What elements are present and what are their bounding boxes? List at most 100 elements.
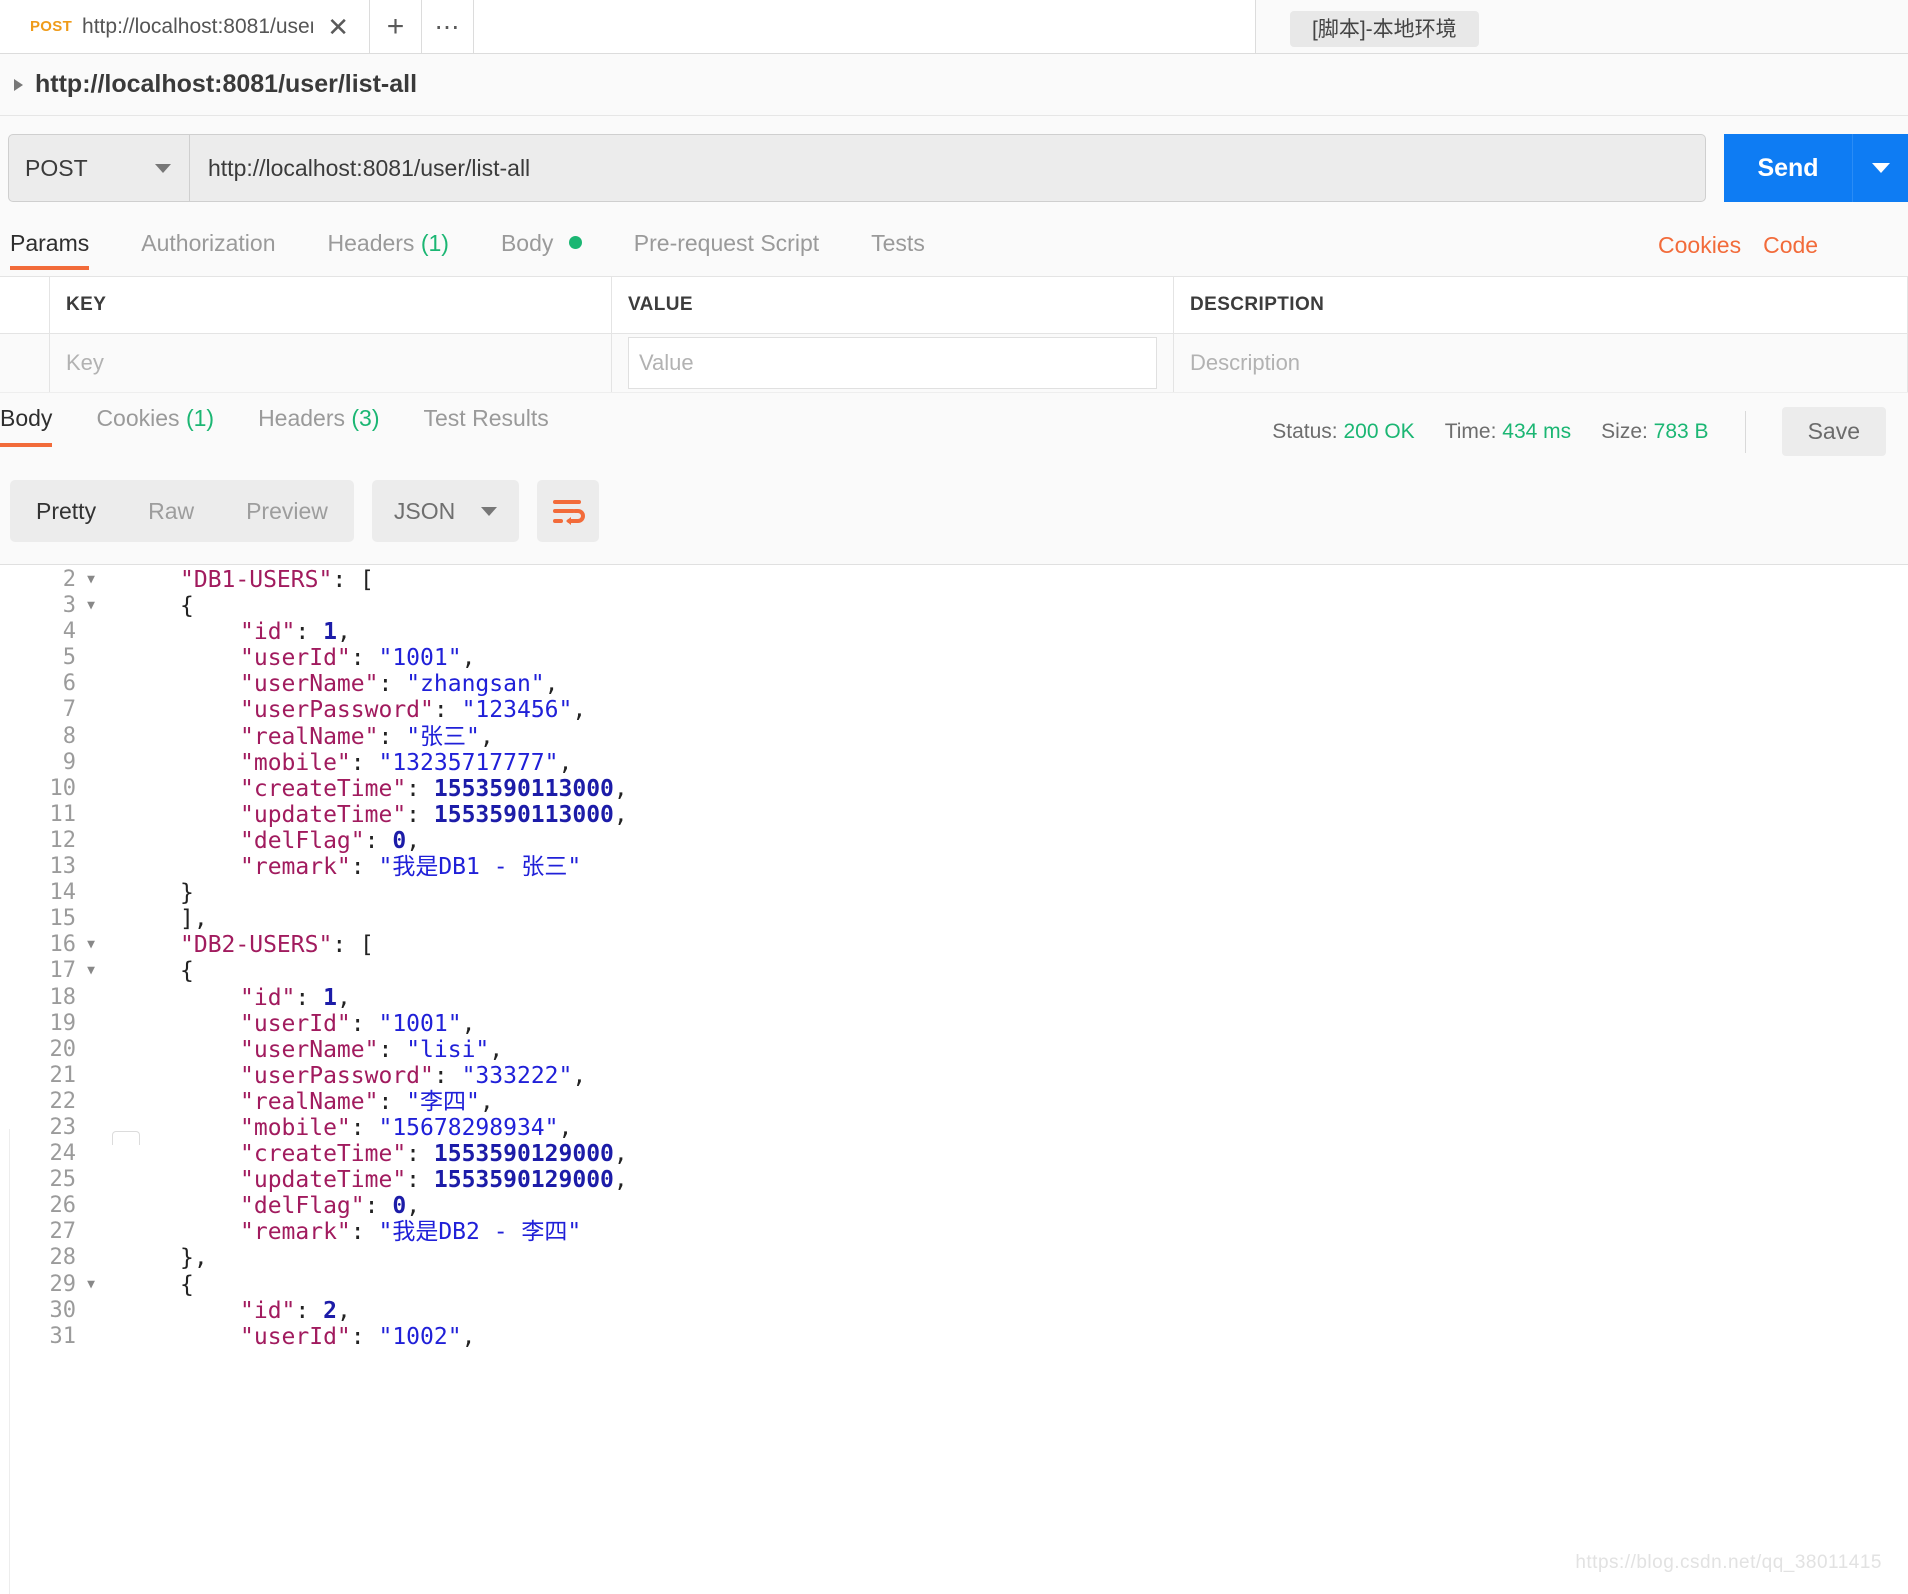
tab-authorization[interactable]: Authorization bbox=[141, 220, 275, 270]
code-line: 8 "realName": "张三", bbox=[0, 724, 1908, 750]
line-number: 19 bbox=[49, 1010, 77, 1036]
code-text: "userId": "1001", bbox=[240, 1011, 475, 1037]
line-number: 18 bbox=[49, 984, 77, 1010]
code-line: 30 "id": 2, bbox=[0, 1298, 1908, 1324]
token-key: "delFlag" bbox=[240, 1193, 365, 1220]
token-punc: : bbox=[350, 854, 379, 881]
token-punc: ], bbox=[180, 906, 208, 933]
token-key: "realName" bbox=[240, 723, 379, 750]
code-text: "id": 1, bbox=[240, 985, 351, 1011]
code-line: 9 "mobile": "13235717777", bbox=[0, 750, 1908, 776]
code-text: "realName": "张三", bbox=[240, 724, 494, 750]
code-link[interactable]: Code bbox=[1763, 232, 1818, 259]
response-tab-cookies[interactable]: Cookies (1) bbox=[96, 393, 214, 447]
token-str: "333222" bbox=[461, 1062, 573, 1089]
line-number: 8 bbox=[62, 723, 76, 749]
token-punc: , bbox=[544, 671, 559, 698]
view-mode-preview[interactable]: Preview bbox=[220, 480, 354, 542]
token-num: 1553590129000 bbox=[433, 1167, 614, 1194]
watermark-text: https://blog.csdn.net/qq_38011415 bbox=[1575, 1552, 1882, 1573]
status-badge: Status: 200 OK bbox=[1272, 420, 1414, 444]
fold-toggle-icon[interactable]: ▼ bbox=[78, 593, 104, 619]
line-number: 11 bbox=[49, 801, 77, 827]
close-icon[interactable]: ✕ bbox=[323, 14, 353, 40]
response-tab-body[interactable]: Body bbox=[0, 393, 53, 447]
params-header-key: KEY bbox=[50, 277, 612, 333]
http-method-label: POST bbox=[25, 154, 88, 181]
response-format-select[interactable]: JSON bbox=[371, 480, 520, 542]
response-body-viewer[interactable]: 2 ▼ "DB1-USERS": [3 ▼{4 "id": 1, 5 "userId": "… bbox=[0, 564, 1908, 1594]
response-tab-body-label: Body bbox=[0, 405, 53, 431]
token-str: "123456" bbox=[461, 697, 573, 724]
token-key: "userPassword" bbox=[240, 1062, 434, 1089]
plus-icon[interactable]: + bbox=[370, 0, 422, 53]
token-num: 1 bbox=[323, 619, 337, 646]
http-method-select[interactable]: POST bbox=[8, 134, 190, 202]
request-tab-bar: Params Authorization Headers (1) Body Pr… bbox=[0, 220, 1908, 276]
line-number: 30 bbox=[49, 1297, 77, 1323]
cookies-link[interactable]: Cookies bbox=[1658, 232, 1741, 259]
params-value-input[interactable] bbox=[628, 337, 1157, 389]
token-key: "delFlag" bbox=[240, 827, 365, 854]
fold-toggle-icon[interactable]: ▼ bbox=[78, 932, 104, 958]
params-description-input[interactable] bbox=[1190, 341, 1891, 385]
json-code-block: 2 ▼ "DB1-USERS": [3 ▼{4 "id": 1, 5 "userId": "… bbox=[0, 565, 1908, 1350]
params-key-input[interactable] bbox=[66, 341, 595, 385]
token-punc: , bbox=[461, 1010, 476, 1037]
token-punc: , bbox=[406, 827, 421, 854]
view-mode-pretty[interactable]: Pretty bbox=[10, 480, 122, 542]
send-options-button[interactable] bbox=[1852, 134, 1908, 202]
fold-toggle-icon[interactable]: ▼ bbox=[78, 567, 104, 593]
caret-right-icon[interactable] bbox=[14, 78, 23, 91]
environment-selector[interactable]: [脚本]-本地环境 bbox=[1290, 11, 1479, 47]
token-key: "id" bbox=[240, 984, 296, 1011]
tab-headers[interactable]: Headers (1) bbox=[328, 220, 449, 270]
code-text: "userName": "zhangsan", bbox=[240, 671, 559, 697]
params-table-row bbox=[0, 334, 1908, 392]
token-punc: }, bbox=[180, 1245, 208, 1272]
params-row-checkbox-cell[interactable] bbox=[0, 334, 50, 392]
tab-tests[interactable]: Tests bbox=[871, 220, 925, 270]
code-text: }, bbox=[180, 1245, 208, 1271]
fold-toggle-icon[interactable]: ▼ bbox=[78, 1272, 104, 1298]
save-response-button[interactable]: Save bbox=[1781, 407, 1886, 456]
token-str: "lisi" bbox=[406, 1036, 490, 1063]
token-punc: , bbox=[461, 645, 476, 672]
word-wrap-icon[interactable] bbox=[537, 480, 600, 542]
code-line: 16 ▼ "DB2-USERS": [ bbox=[0, 932, 1908, 958]
token-punc: : bbox=[350, 1010, 379, 1037]
time-label: Time: bbox=[1444, 419, 1497, 443]
code-line: 27 "remark": "我是DB2 - 李四" bbox=[0, 1219, 1908, 1245]
tab-params[interactable]: Params bbox=[10, 220, 90, 270]
body-indicator-dot bbox=[568, 236, 582, 249]
request-url-input[interactable] bbox=[190, 134, 1706, 202]
send-button[interactable]: Send bbox=[1724, 134, 1852, 202]
code-line: 23 "mobile": "15678298934", bbox=[0, 1115, 1908, 1141]
line-number: 15 bbox=[49, 906, 77, 932]
response-format-label: JSON bbox=[393, 497, 456, 524]
code-line: 21 "userPassword": "333222", bbox=[0, 1063, 1908, 1089]
tab-pre-request-script[interactable]: Pre-request Script bbox=[634, 220, 819, 270]
meta-divider bbox=[1744, 410, 1746, 453]
token-punc: : bbox=[378, 1036, 407, 1063]
line-number: 3 bbox=[62, 593, 76, 619]
code-line: 3 ▼ { bbox=[0, 593, 1908, 619]
token-punc: : bbox=[295, 984, 324, 1011]
response-tab-headers[interactable]: Headers (3) bbox=[258, 393, 379, 447]
line-number: 24 bbox=[49, 1141, 77, 1167]
view-mode-raw[interactable]: Raw bbox=[122, 480, 220, 542]
ellipsis-icon[interactable]: ⋯ bbox=[422, 0, 474, 53]
response-tab-test-results[interactable]: Test Results bbox=[424, 393, 549, 447]
fold-toggle-icon[interactable]: ▼ bbox=[78, 958, 104, 984]
code-text: "userId": "1002", bbox=[240, 1324, 475, 1350]
token-punc: : bbox=[350, 1323, 379, 1350]
line-number: 2 bbox=[62, 567, 76, 592]
request-tab-active[interactable]: POST http://localhost:8081/user/list- ✕ bbox=[0, 0, 370, 53]
code-line: 4 "id": 1, bbox=[0, 619, 1908, 645]
tab-body[interactable]: Body bbox=[501, 220, 582, 270]
line-number: 6 bbox=[62, 671, 76, 697]
token-punc: : bbox=[433, 1062, 462, 1089]
params-header-gutter bbox=[0, 277, 50, 333]
token-str: "1002" bbox=[378, 1323, 462, 1350]
token-key: "userName" bbox=[240, 1036, 379, 1063]
